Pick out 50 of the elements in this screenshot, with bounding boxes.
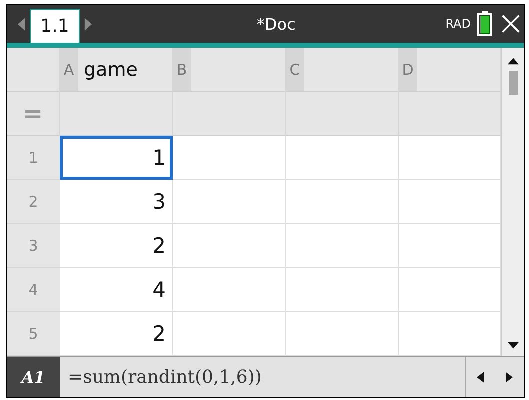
- table-cell[interactable]: [399, 312, 501, 356]
- table-cell[interactable]: 1: [60, 136, 173, 180]
- table-cell[interactable]: 2: [60, 312, 173, 356]
- table-cell[interactable]: [286, 180, 399, 224]
- row-number: 4: [7, 268, 60, 312]
- table-cell[interactable]: [286, 312, 399, 356]
- angle-mode: RAD: [446, 17, 471, 31]
- column-letter: B: [173, 48, 191, 91]
- left-arrow-icon[interactable]: [477, 372, 484, 382]
- column-name: game: [83, 58, 138, 82]
- table-cell[interactable]: [173, 136, 286, 180]
- scroll-down-icon[interactable]: [508, 342, 518, 350]
- right-arrow-icon[interactable]: [506, 372, 513, 382]
- row-number: 2: [7, 180, 60, 224]
- table-cell[interactable]: [399, 268, 501, 312]
- table-cell[interactable]: [286, 224, 399, 268]
- formula-cell[interactable]: [173, 92, 286, 136]
- row-number: 1: [7, 136, 60, 180]
- table-cell[interactable]: 4: [60, 268, 173, 312]
- table-cell[interactable]: [399, 180, 501, 224]
- table-cell[interactable]: 3: [60, 180, 173, 224]
- document-title: *Doc: [256, 14, 297, 34]
- table-cell[interactable]: [286, 268, 399, 312]
- scroll-up-icon[interactable]: [508, 57, 518, 65]
- scrollbar[interactable]: [501, 48, 524, 356]
- formula-cell[interactable]: [286, 92, 399, 136]
- table-cell[interactable]: [399, 136, 501, 180]
- column-letter: C: [286, 48, 304, 91]
- table-cell[interactable]: [173, 180, 286, 224]
- column-letter: D: [399, 48, 417, 91]
- page-tab[interactable]: 1.1: [30, 9, 80, 43]
- table-cell[interactable]: [173, 312, 286, 356]
- cell-reference: A1: [7, 357, 60, 397]
- column-header[interactable]: A game: [60, 48, 173, 92]
- scroll-thumb[interactable]: [508, 71, 518, 95]
- table-cell[interactable]: 2: [60, 224, 173, 268]
- formula-cell[interactable]: [399, 92, 501, 136]
- corner-cell: [7, 48, 60, 92]
- table-cell[interactable]: [173, 268, 286, 312]
- column-letter: A: [60, 48, 78, 91]
- formula-row-label: =: [7, 92, 60, 136]
- close-icon[interactable]: [501, 14, 521, 34]
- formula-field[interactable]: =sum(randint(0,1,6)): [60, 357, 466, 397]
- table-cell[interactable]: [286, 136, 399, 180]
- table-cell[interactable]: [399, 224, 501, 268]
- formula-cell[interactable]: [60, 92, 173, 136]
- row-number: 5: [7, 312, 60, 356]
- table-cell[interactable]: [173, 224, 286, 268]
- row-number: 3: [7, 224, 60, 268]
- battery-icon: [477, 11, 493, 37]
